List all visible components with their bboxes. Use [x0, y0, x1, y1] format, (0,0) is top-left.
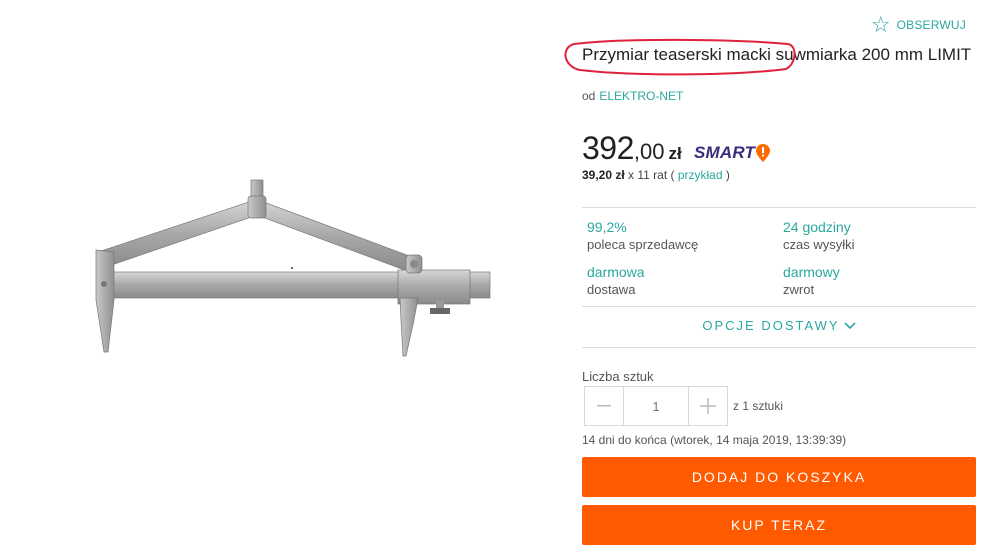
offer-end-time: 14 dni do końca (wtorek, 14 maja 2019, 1… — [582, 433, 847, 447]
stat-return: darmowy zwrot — [783, 264, 840, 297]
stat-label: dostawa — [587, 282, 636, 297]
seller-line: od ELEKTRO-NET — [582, 89, 683, 103]
divider-top — [582, 207, 976, 208]
delivery-options-label: OPCJE DOSTAWY — [702, 318, 840, 333]
price-decimal: ,00 — [633, 139, 665, 164]
observe-button[interactable]: ☆ OBSERWUJ — [871, 14, 966, 36]
plus-icon — [700, 398, 716, 414]
stat-value: darmowa — [587, 264, 645, 280]
smart-label: SMART — [694, 143, 756, 162]
installment-example-link[interactable]: przykład — [678, 168, 723, 182]
product-page: ☆ OBSERWUJ Przymiar teaserski macki suwm… — [0, 0, 992, 553]
seller-link[interactable]: ELEKTRO-NET — [599, 89, 683, 103]
smart-badge: SMART — [694, 143, 771, 163]
stat-recommend: 99,2% poleca sprzedawcę — [587, 219, 698, 252]
stat-label: czas wysyłki — [783, 237, 855, 252]
quantity-label: Liczba sztuk — [582, 369, 654, 384]
chevron-down-icon — [844, 318, 856, 333]
smart-pin-icon — [756, 144, 771, 162]
installments: 39,20 zł x 11 rat ( przykład ) — [582, 168, 730, 182]
product-image[interactable] — [0, 0, 560, 553]
price-currency: zł — [668, 144, 682, 163]
stat-label: poleca sprzedawcę — [587, 237, 699, 252]
seller-prefix: od — [582, 89, 596, 103]
stat-delivery: darmowa dostawa — [587, 264, 645, 297]
add-to-cart-button[interactable]: DODAJ DO KOSZYKA — [582, 457, 976, 497]
divider-middle — [582, 306, 976, 307]
price-integer: 392 — [582, 130, 634, 166]
quantity-stepper: 1 — [584, 386, 728, 426]
stat-label: zwrot — [783, 282, 815, 297]
installment-close: ) — [722, 168, 730, 182]
delivery-options-toggle[interactable]: OPCJE DOSTAWY — [582, 318, 976, 333]
quantity-available: z 1 sztuki — [733, 399, 784, 413]
installment-text: x 11 rat ( — [624, 168, 675, 182]
observe-label: OBSERWUJ — [896, 18, 966, 32]
installment-amount: 39,20 zł — [582, 168, 625, 182]
price: 392,00 zł — [582, 130, 682, 167]
stat-value: darmowy — [783, 264, 840, 280]
caliper-illustration — [95, 179, 491, 357]
buy-now-button[interactable]: KUP TERAZ — [582, 505, 976, 545]
stat-value: 24 godziny — [783, 219, 851, 235]
stat-value: 99,2% — [587, 219, 627, 235]
star-outline-icon: ☆ — [870, 12, 891, 37]
quantity-input[interactable]: 1 — [623, 387, 689, 425]
stat-shipping-time: 24 godziny czas wysyłki — [783, 219, 855, 252]
product-title: Przymiar teaserski macki suwmiarka 200 m… — [582, 45, 972, 64]
minus-icon — [597, 405, 611, 407]
decrease-button[interactable] — [585, 387, 623, 425]
divider-bottom — [582, 347, 976, 348]
increase-button[interactable] — [689, 387, 727, 425]
